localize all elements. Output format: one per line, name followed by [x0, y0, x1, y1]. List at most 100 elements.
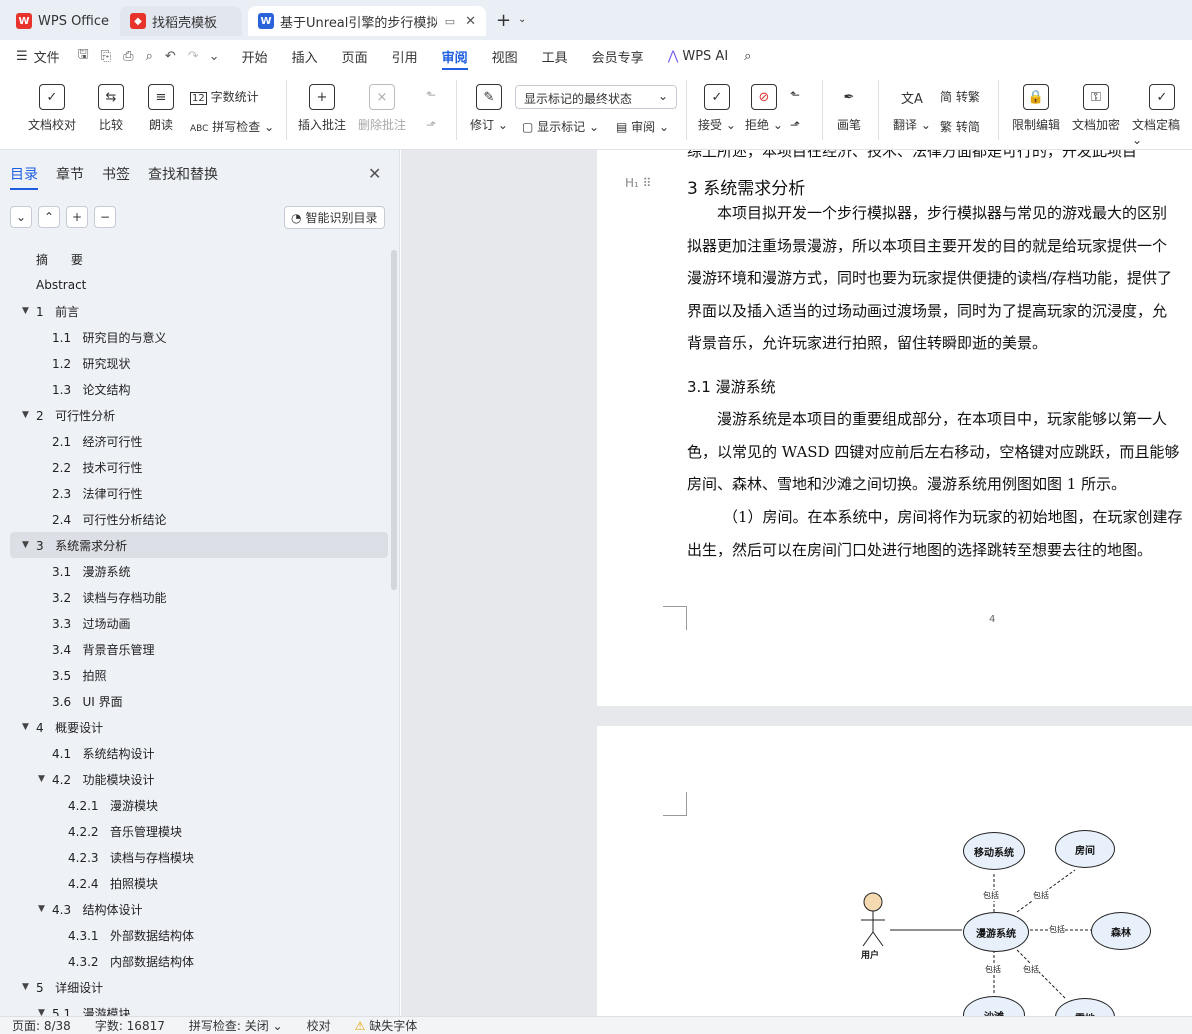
menu-insert[interactable]: 插入 [280, 40, 330, 72]
toc-item[interactable]: 3.3 过场动画 [0, 610, 392, 636]
print-icon[interactable]: ⎙ [117, 40, 139, 72]
menu-reference[interactable]: 引用 [380, 40, 430, 72]
spell-status[interactable]: 拼写检查: 关闭 ⌄ [177, 1017, 295, 1034]
expand-arrow-icon[interactable]: ▼ [22, 722, 36, 732]
toc-item[interactable]: 4.3.1 外部数据结构体 [0, 922, 392, 948]
redo-icon[interactable]: ↷ [182, 40, 205, 72]
save-icon[interactable]: 🖫 [72, 40, 95, 72]
file-menu[interactable]: ☰ 文件 [0, 40, 72, 72]
proof-indicator[interactable]: 校对 [295, 1017, 343, 1034]
close-icon[interactable]: ✕ [368, 164, 381, 183]
word-count-indicator[interactable]: 字数: 16817 [83, 1017, 177, 1034]
compare-button[interactable]: ⇆ 比较 [98, 84, 124, 133]
smart-toc-button[interactable]: ◔ 智能识别目录 [284, 206, 385, 229]
monitor-icon[interactable]: ▭ [445, 15, 455, 28]
toc-scrollbar[interactable] [391, 250, 397, 590]
toc-item[interactable]: ▼ 4.2 功能模块设计 [0, 766, 392, 792]
tab-document[interactable]: W 基于Unreal引擎的步行模拟器 ▭ ✕ [248, 6, 486, 36]
toc-item[interactable]: 2.3 法律可行性 [0, 480, 392, 506]
toc-item[interactable]: 2.2 技术可行性 [0, 454, 392, 480]
chevron-down-icon[interactable]: ⌄ [518, 14, 526, 25]
toc-item[interactable]: 3.5 拍照 [0, 662, 392, 688]
tab-wps-office[interactable]: W WPS Office [6, 6, 114, 36]
toc-item[interactable]: ▼ 5 详细设计 [0, 974, 392, 1000]
print-preview-icon[interactable]: ⌕ [140, 40, 159, 72]
toc-item[interactable]: 4.2.1 漫游模块 [0, 792, 392, 818]
show-markup-button[interactable]: ▢ 显示标记 ⌄ [522, 118, 599, 135]
track-changes-button[interactable]: ✎ 修订 ⌄ [470, 84, 508, 133]
toc-item[interactable]: Abstract [0, 272, 392, 298]
toc-item[interactable]: 3.2 读档与存档功能 [0, 584, 392, 610]
delete-comment-button[interactable]: × 删除批注 [358, 84, 406, 133]
pen-button[interactable]: ✒ 画笔 [836, 84, 862, 133]
toc-item[interactable]: 4.2.2 音乐管理模块 [0, 818, 392, 844]
toc-item[interactable]: ▼ 1 前言 [0, 298, 392, 324]
toc-item[interactable]: 4.2.4 拍照模块 [0, 870, 392, 896]
toc-item[interactable]: ▼ 5.1 漫游模块 [0, 1000, 392, 1017]
toc-item[interactable]: 1.1 研究目的与意义 [0, 324, 392, 350]
read-aloud-button[interactable]: ≡ 朗读 [148, 84, 174, 133]
review-pane-button[interactable]: ▤ 审阅 ⌄ [616, 118, 669, 135]
tab-chapters[interactable]: 章节 [56, 164, 84, 190]
toc-item[interactable]: 2.4 可行性分析结论 [0, 506, 392, 532]
menu-tools[interactable]: 工具 [530, 40, 580, 72]
menu-view[interactable]: 视图 [480, 40, 530, 72]
expand-arrow-icon[interactable]: ▼ [22, 540, 36, 550]
finalize-button[interactable]: ✓ 文档定稿 ⌄ [1132, 84, 1192, 147]
add-icon[interactable]: + [66, 206, 88, 228]
tab-find-replace[interactable]: 查找和替换 [148, 164, 218, 190]
toc-item[interactable]: 1.2 研究现状 [0, 350, 392, 376]
toc-item[interactable]: 3.6 UI 界面 [0, 688, 392, 714]
next-comment-icon[interactable]: ⬏ [426, 118, 436, 132]
expand-arrow-icon[interactable]: ▼ [22, 410, 36, 420]
prev-comment-icon[interactable]: ⬑ [426, 88, 436, 102]
expand-arrow-icon[interactable]: ▼ [38, 904, 52, 914]
menu-page[interactable]: 页面 [330, 40, 380, 72]
prev-change-icon[interactable]: ⬑ [790, 88, 800, 102]
new-tab-icon[interactable]: + [496, 10, 511, 31]
tab-bookmarks[interactable]: 书签 [102, 164, 130, 190]
toc-item[interactable]: ▼ 4.3 结构体设计 [0, 896, 392, 922]
to-simplified-button[interactable]: 繁 转简 [940, 118, 980, 135]
undo-icon[interactable]: ↶ [159, 40, 182, 72]
spell-check-button[interactable]: ABC 拼写检查 ⌄ [190, 118, 274, 135]
word-count-button[interactable]: 12 字数统计 [190, 88, 259, 105]
toc-item[interactable]: ▼ 4 概要设计 [0, 714, 392, 740]
tab-docer-templates[interactable]: ◆ 找稻壳模板 [120, 6, 242, 36]
collapse-icon[interactable]: ⌄ [10, 206, 32, 228]
to-traditional-button[interactable]: 简 转繁 [940, 88, 980, 105]
toc-item[interactable]: 3.4 背景音乐管理 [0, 636, 392, 662]
expand-arrow-icon[interactable]: ▼ [22, 306, 36, 316]
accept-button[interactable]: ✓ 接受 ⌄ [698, 84, 736, 133]
next-change-icon[interactable]: ⬏ [790, 118, 800, 132]
share-icon[interactable]: ⎘ [95, 40, 117, 72]
tab-toc[interactable]: 目录 [10, 164, 38, 190]
expand-icon[interactable]: ⌃ [38, 206, 60, 228]
toc-item[interactable]: 摘 要 [0, 246, 392, 272]
display-mode-select[interactable]: 显示标记的最终状态 ⌄ [515, 85, 677, 109]
page-indicator[interactable]: 页面: 8/38 [0, 1017, 83, 1034]
encrypt-button[interactable]: ⚿ 文档加密 [1072, 84, 1120, 133]
toc-item[interactable]: 4.3.2 内部数据结构体 [0, 948, 392, 974]
doc-check-button[interactable]: ✓ 文档校对 [28, 84, 76, 133]
reject-button[interactable]: ⊘ 拒绝 ⌄ [745, 84, 783, 133]
more-icon[interactable]: ⌄ [205, 40, 230, 72]
toc-item[interactable]: 4.2.3 读档与存档模块 [0, 844, 392, 870]
restrict-edit-button[interactable]: 🔒 限制编辑 [1012, 84, 1060, 133]
expand-arrow-icon[interactable]: ▼ [22, 982, 36, 992]
close-tab-icon[interactable]: ✕ [465, 14, 476, 29]
menu-review[interactable]: 审阅 [430, 40, 480, 72]
expand-arrow-icon[interactable]: ▼ [38, 774, 52, 784]
expand-arrow-icon[interactable]: ▼ [38, 1008, 52, 1016]
menu-start[interactable]: 开始 [230, 40, 280, 72]
toc-item[interactable]: 2.1 经济可行性 [0, 428, 392, 454]
insert-comment-button[interactable]: + 插入批注 [298, 84, 346, 133]
missing-font-indicator[interactable]: ⚠ 缺失字体 [343, 1017, 430, 1034]
minus-icon[interactable]: − [94, 206, 116, 228]
menu-member[interactable]: 会员专享 [580, 40, 656, 72]
search-icon[interactable]: ⌕ [740, 40, 755, 72]
heading-style-icon[interactable]: H₁ ⠿ [625, 176, 651, 190]
wps-ai-button[interactable]: ⋀ WPS AI [656, 40, 740, 72]
translate-button[interactable]: 文A 翻译 ⌄ [893, 84, 931, 133]
toc-item[interactable]: ▼ 2 可行性分析 [0, 402, 392, 428]
